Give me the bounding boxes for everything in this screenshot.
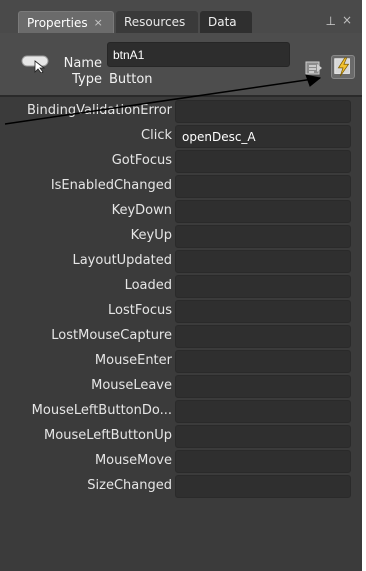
pin-icon[interactable]: ⊥ [326, 14, 336, 28]
tab-strip: Properties × Resources Data ⊥ × [0, 0, 362, 33]
event-handler-field[interactable] [175, 225, 351, 248]
event-handler-field[interactable] [175, 150, 351, 173]
event-row: GotFocus [0, 149, 362, 174]
events-lightning-icon [334, 57, 350, 77]
event-row: MouseEnter [0, 349, 362, 374]
tab-close-icon[interactable]: × [94, 16, 103, 29]
event-row: LayoutUpdated [0, 249, 362, 274]
event-handler-field[interactable] [175, 175, 351, 198]
event-handler-field[interactable] [175, 425, 351, 448]
tab-resources[interactable]: Resources [116, 11, 198, 33]
event-handler-field[interactable] [175, 100, 351, 123]
tab-properties-label: Properties [27, 15, 88, 30]
tab-resources-label: Resources [124, 15, 186, 29]
event-name-label: KeyDown [111, 203, 172, 218]
event-row: SizeChanged [0, 474, 362, 499]
type-value: Button [109, 72, 153, 87]
name-label: Name [63, 56, 102, 71]
event-name-label: GotFocus [111, 153, 172, 168]
tab-data[interactable]: Data [200, 11, 252, 33]
event-handler-field[interactable]: openDesc_A [175, 125, 351, 148]
event-handler-field[interactable] [175, 250, 351, 273]
event-row: MouseLeftButtonDo... [0, 399, 362, 424]
event-handler-field[interactable] [175, 350, 351, 373]
event-handler-field[interactable] [175, 400, 351, 423]
header-separator [0, 95, 362, 97]
event-name-label: BindingValidationError [26, 103, 172, 118]
event-row: Loaded [0, 274, 362, 299]
event-row: KeyDown [0, 199, 362, 224]
event-name-label: Click [141, 128, 172, 143]
events-view-button[interactable] [331, 55, 355, 79]
event-handler-field[interactable] [175, 300, 351, 323]
event-name-label: MouseEnter [94, 353, 172, 368]
event-handler-field[interactable] [175, 450, 351, 473]
event-name-label: MouseLeave [91, 378, 172, 393]
event-row: MouseLeftButtonUp [0, 424, 362, 449]
event-name-label: LostFocus [108, 303, 172, 318]
properties-panel: Properties × Resources Data ⊥ × Name Typ… [0, 0, 362, 571]
event-name-label: MouseLeftButtonUp [44, 428, 172, 443]
event-name-label: LostMouseCapture [51, 328, 172, 343]
event-name-label: KeyUp [130, 228, 172, 243]
event-name-label: LayoutUpdated [72, 253, 172, 268]
tab-properties[interactable]: Properties × [18, 11, 114, 33]
panel-close-icon[interactable]: × [342, 13, 352, 27]
event-row: Click openDesc_A [0, 124, 362, 149]
event-name-label: SizeChanged [87, 478, 172, 493]
event-row: LostFocus [0, 299, 362, 324]
name-input[interactable] [107, 42, 290, 67]
event-row: KeyUp [0, 224, 362, 249]
event-row: LostMouseCapture [0, 324, 362, 349]
event-row: BindingValidationError [0, 99, 362, 124]
event-handler-field[interactable] [175, 200, 351, 223]
event-handler-field[interactable] [175, 475, 351, 498]
event-row: IsEnabledChanged [0, 174, 362, 199]
event-name-label: MouseMove [94, 453, 172, 468]
event-name-label: Loaded [124, 278, 172, 293]
event-row: MouseLeave [0, 374, 362, 399]
event-row: MouseMove [0, 449, 362, 474]
type-label: Type [72, 72, 102, 87]
event-name-label: MouseLeftButtonDo... [31, 403, 172, 418]
event-name-label: IsEnabledChanged [50, 178, 172, 193]
properties-view-icon[interactable] [305, 59, 323, 77]
event-handler-field[interactable] [175, 275, 351, 298]
event-handler-field[interactable] [175, 325, 351, 348]
events-list: BindingValidationError Click openDesc_A Got… [0, 99, 362, 499]
tab-data-label: Data [208, 15, 237, 29]
event-handler-field[interactable] [175, 375, 351, 398]
